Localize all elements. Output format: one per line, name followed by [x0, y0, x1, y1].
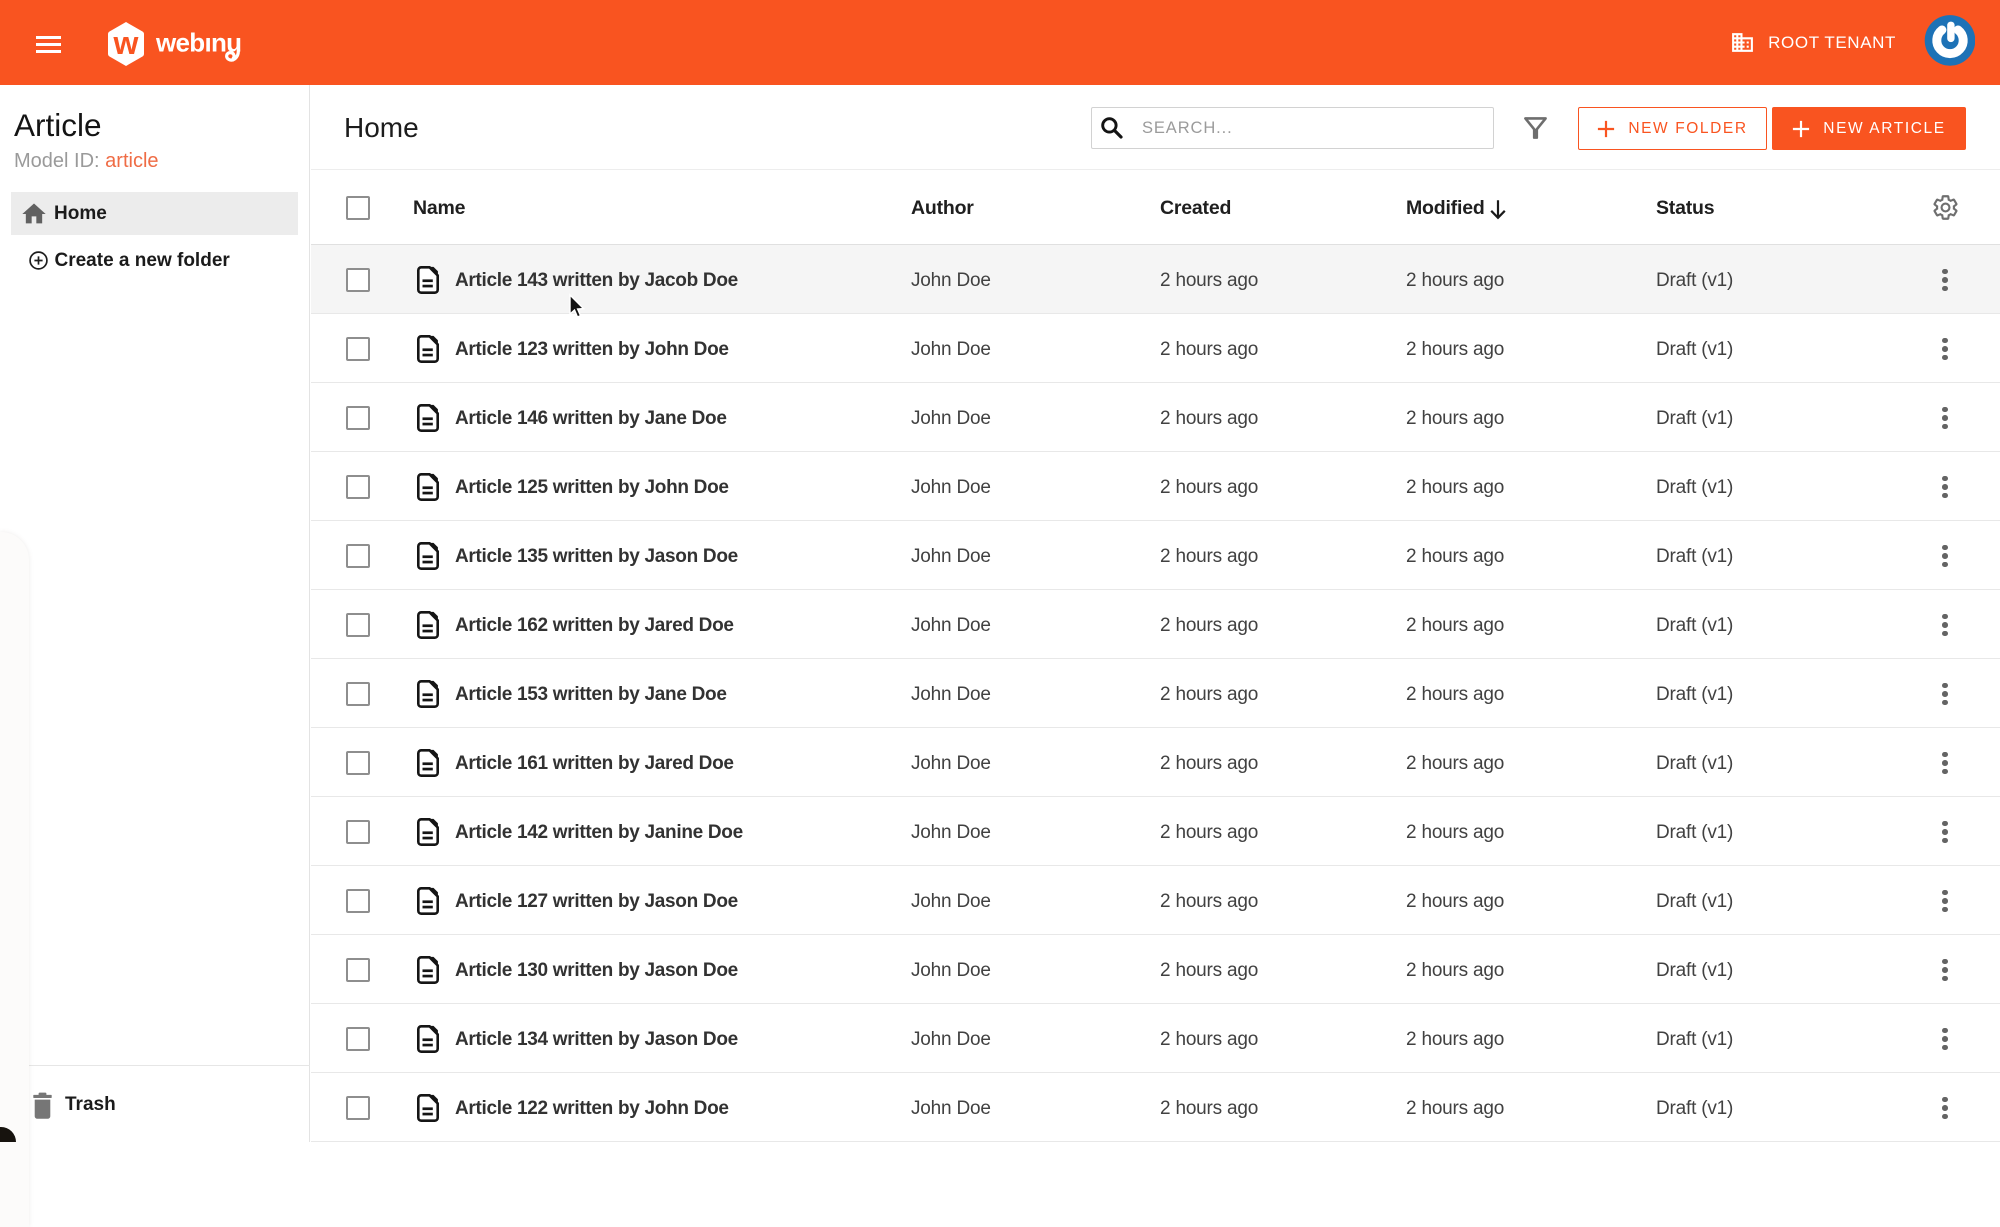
svg-text:w: w — [113, 25, 139, 61]
